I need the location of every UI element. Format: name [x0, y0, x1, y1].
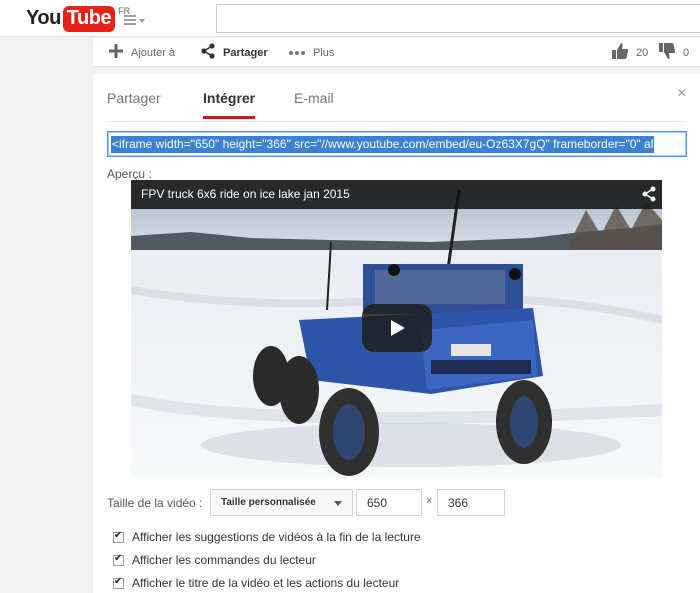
- preview-label: Aperçu :: [107, 167, 152, 181]
- video-actions-bar: Ajouter à Partager Plus 20 0: [93, 38, 700, 67]
- dislike-count: 0: [683, 46, 690, 59]
- video-size-select[interactable]: Taille personnalisée: [210, 489, 353, 516]
- video-size-selected: Taille personnalisée: [221, 497, 316, 508]
- video-share-icon[interactable]: [641, 186, 657, 207]
- controls-label: Afficher les commandes du lecteur: [132, 553, 316, 567]
- like-button[interactable]: 20: [611, 38, 648, 67]
- close-icon[interactable]: ×: [677, 86, 686, 102]
- embed-code-text: <iframe width="650" height="366" src="//…: [111, 136, 655, 153]
- play-icon: [391, 320, 405, 336]
- times-sign: ×: [426, 495, 433, 507]
- controls-checkbox[interactable]: [113, 553, 124, 566]
- add-to-button[interactable]: Ajouter à: [108, 38, 175, 67]
- title-actions-label: Afficher le titre de la vidéo et les act…: [132, 576, 400, 590]
- share-button[interactable]: Partager: [200, 38, 268, 67]
- more-button[interactable]: Plus: [288, 38, 334, 67]
- add-to-label: Ajouter à: [131, 46, 176, 59]
- share-icon: [200, 43, 216, 62]
- guide-menu-icon[interactable]: [120, 12, 148, 28]
- logo-tube: Tube: [62, 6, 116, 32]
- width-input[interactable]: 650: [356, 489, 422, 516]
- tab-integrer[interactable]: Intégrer: [203, 90, 256, 119]
- title-actions-checkbox[interactable]: [113, 576, 124, 589]
- chevron-down-icon: [334, 501, 342, 506]
- suggestions-checkbox[interactable]: [113, 530, 124, 543]
- tabs-divider: [107, 121, 686, 122]
- thumbs-up-icon: [611, 42, 629, 63]
- option-title-actions[interactable]: Afficher le titre de la vidéo et les act…: [113, 576, 399, 590]
- thumbs-down-icon: [658, 42, 676, 63]
- search-input[interactable]: [216, 4, 700, 33]
- dislike-button[interactable]: 0: [658, 38, 689, 67]
- masthead: You Tube FR: [0, 0, 700, 37]
- height-input[interactable]: 366: [437, 489, 505, 516]
- option-controls[interactable]: Afficher les commandes du lecteur: [113, 553, 316, 567]
- more-label: Plus: [313, 46, 335, 59]
- embed-code-field[interactable]: <iframe width="650" height="366" src="//…: [107, 131, 687, 157]
- option-suggestions[interactable]: Afficher les suggestions de vidéos à la …: [113, 530, 421, 544]
- youtube-logo[interactable]: You Tube FR: [26, 4, 130, 32]
- video-size-label: Taille de la vidéo :: [107, 496, 203, 510]
- more-dots-icon: [288, 47, 306, 59]
- plus-icon: [108, 43, 124, 62]
- video-title[interactable]: FPV truck 6x6 ride on ice lake jan 2015: [141, 187, 350, 201]
- like-count: 20: [636, 46, 649, 59]
- tab-partager[interactable]: Partager: [107, 90, 161, 106]
- play-button[interactable]: [362, 304, 432, 352]
- logo-you: You: [26, 7, 61, 29]
- tab-email[interactable]: E-mail: [294, 90, 334, 106]
- suggestions-label: Afficher les suggestions de vidéos à la …: [132, 530, 421, 544]
- video-preview[interactable]: FPV truck 6x6 ride on ice lake jan 2015: [131, 180, 662, 478]
- share-panel: Partager Intégrer E-mail × <iframe width…: [93, 74, 700, 593]
- video-title-bar: FPV truck 6x6 ride on ice lake jan 2015: [131, 180, 662, 209]
- share-label: Partager: [223, 46, 268, 59]
